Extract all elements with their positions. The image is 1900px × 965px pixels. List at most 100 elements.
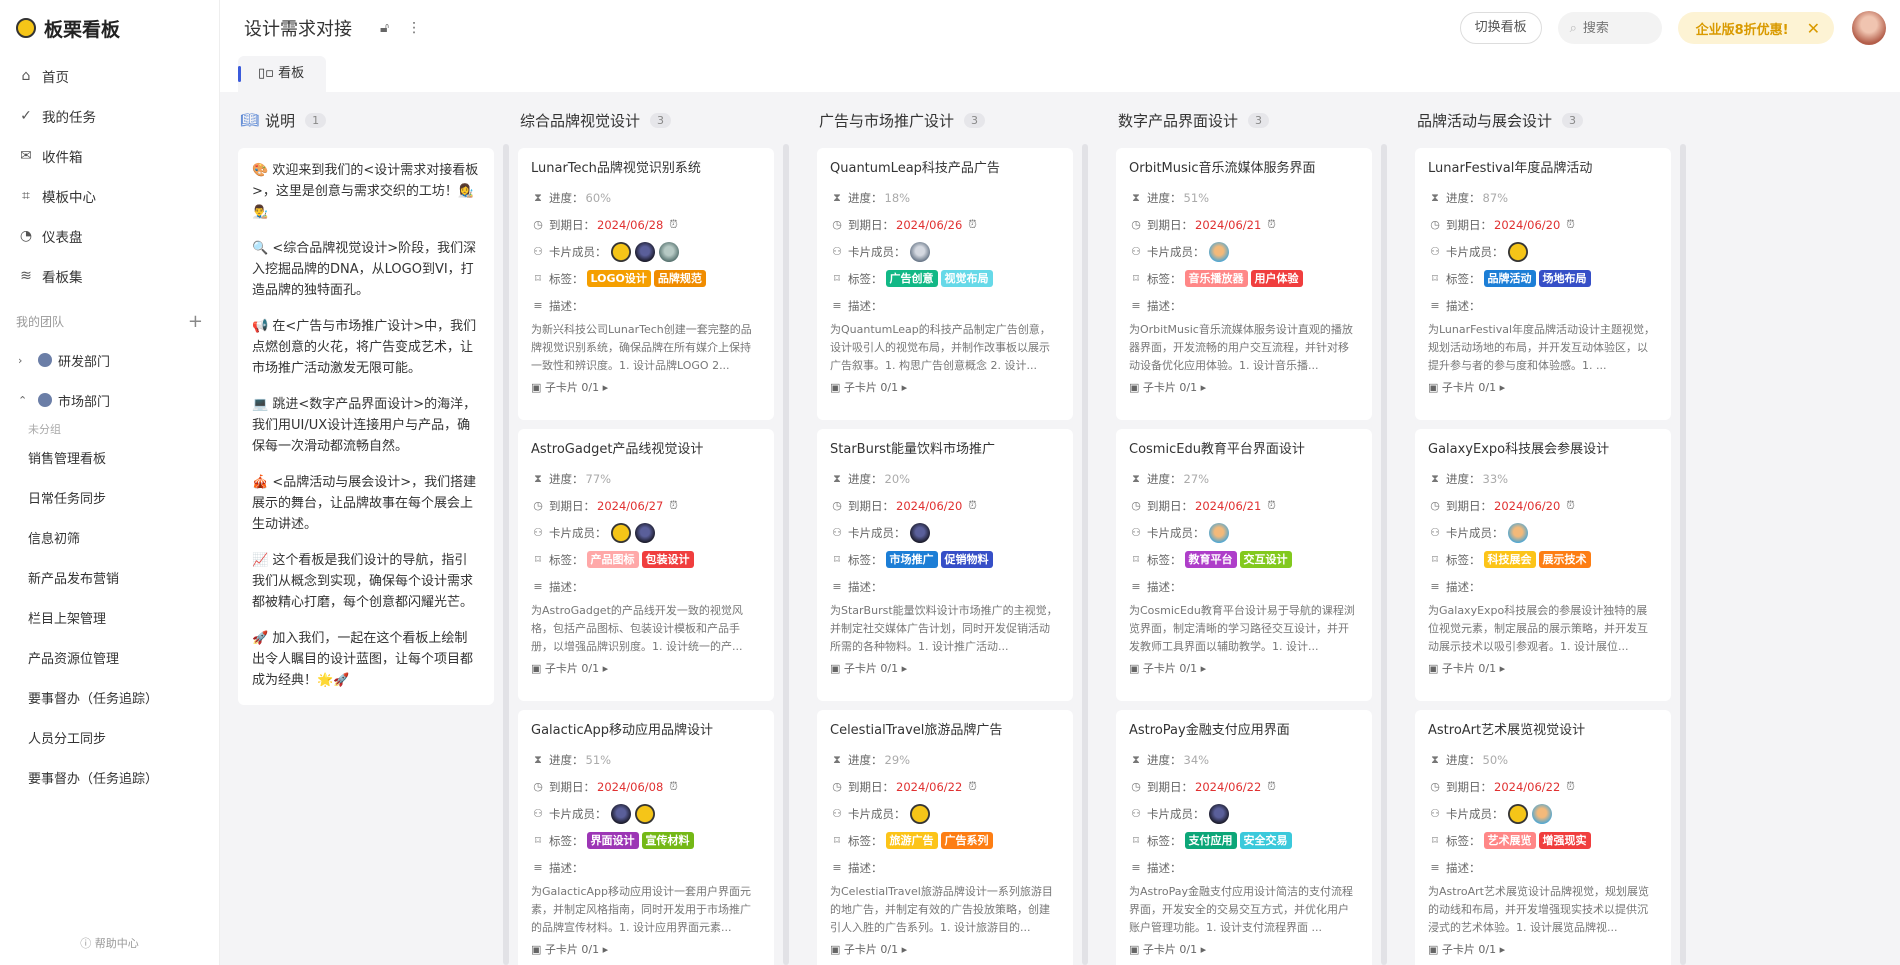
alarm-icon[interactable]: ⏰︎ xyxy=(1566,499,1575,513)
tag-badge[interactable]: 场地布局 xyxy=(1538,270,1591,287)
alarm-icon[interactable]: ⏰︎ xyxy=(1566,218,1575,232)
member-avatar[interactable] xyxy=(1531,803,1552,824)
tag-badge[interactable]: 艺术展览 xyxy=(1483,832,1536,849)
member-avatar[interactable] xyxy=(634,241,655,262)
task-card[interactable]: OrbitMusic音乐流媒体服务界面 ⧗ 进度： 51% ◷ 到期日： 2024/06/2… xyxy=(1116,148,1372,420)
dept-rnd[interactable]: › 研发部门 xyxy=(0,340,219,380)
alarm-icon[interactable]: ⏰︎ xyxy=(1267,499,1276,513)
task-card[interactable]: AstroGadget产品线视觉设计 ⧗ 进度： 77% ◷ 到期日： 2024/06/27… xyxy=(518,429,774,701)
task-card[interactable]: QuantumLeap科技产品广告 ⧗ 进度： 18% ◷ 到期日： 2024/06/26 ⏰… xyxy=(817,148,1073,420)
tag-badge[interactable]: 展示技术 xyxy=(1538,551,1591,568)
task-card[interactable]: AstroArt艺术展览视觉设计 ⧗ 进度： 50% ◷ 到期日： 2024/06/22 ⏰︎… xyxy=(1415,710,1671,965)
subcard-toggle[interactable]: ▣ 子卡片 0/1 ▸ xyxy=(1129,937,1359,963)
sidebar-board-item[interactable]: 产品资源位管理 xyxy=(0,640,219,680)
tag-badge[interactable]: 界面设计 xyxy=(586,832,639,849)
subcard-toggle[interactable]: ▣ 子卡片 0/1 ▸ xyxy=(531,656,761,682)
alarm-icon[interactable]: ⏰︎ xyxy=(1566,780,1575,794)
tag-badge[interactable]: 广告系列 xyxy=(940,832,993,849)
switch-board-button[interactable]: 切换看板 xyxy=(1459,12,1542,44)
app-logo[interactable]: 板栗看板 xyxy=(0,0,219,56)
tag-badge[interactable]: 包装设计 xyxy=(641,551,694,568)
help-center-link[interactable]: ⓘ 帮助中心 xyxy=(0,935,219,951)
alarm-icon[interactable]: ⏰︎ xyxy=(669,218,678,232)
tag-badge[interactable]: 促销物料 xyxy=(940,551,993,568)
tag-badge[interactable]: 品牌规范 xyxy=(653,270,706,287)
member-avatar[interactable] xyxy=(634,522,655,543)
member-avatar[interactable] xyxy=(1208,522,1229,543)
tag-badge[interactable]: 视觉布局 xyxy=(940,270,993,287)
user-avatar[interactable] xyxy=(1852,11,1886,45)
search-input[interactable] xyxy=(1582,20,1643,36)
member-avatar[interactable] xyxy=(1507,803,1528,824)
alarm-icon[interactable]: ⏰︎ xyxy=(968,780,977,794)
subcard-toggle[interactable]: ▣ 子卡片 0/1 ▸ xyxy=(830,937,1060,963)
nav-item-6[interactable]: ≋ 看板集 xyxy=(0,256,219,296)
sidebar-board-item[interactable]: 人员分工同步 xyxy=(0,720,219,760)
sidebar-board-item[interactable]: 栏目上架管理 xyxy=(0,600,219,640)
member-avatar[interactable] xyxy=(909,241,930,262)
alarm-icon[interactable]: ⏰︎ xyxy=(669,780,678,794)
subcard-toggle[interactable]: ▣ 子卡片 0/1 ▸ xyxy=(830,656,1060,682)
tag-badge[interactable]: 增强现实 xyxy=(1538,832,1591,849)
column-scrollbar[interactable] xyxy=(783,144,789,965)
task-card[interactable]: GalacticApp移动应用品牌设计 ⧗ 进度： 51% ◷ 到期日： 2024/06/0… xyxy=(518,710,774,965)
tag-badge[interactable]: 教育平台 xyxy=(1184,551,1237,568)
member-avatar[interactable] xyxy=(1507,241,1528,262)
lock-icon[interactable]: 🔓︎ xyxy=(380,20,389,36)
promo-banner[interactable]: 企业版8折优惠! ✕ xyxy=(1677,12,1834,44)
member-avatar[interactable] xyxy=(610,803,631,824)
task-card[interactable]: LunarFestival年度品牌活动 ⧗ 进度： 87% ◷ 到期日： 2024/06/2… xyxy=(1415,148,1671,420)
alarm-icon[interactable]: ⏰︎ xyxy=(968,218,977,232)
alarm-icon[interactable]: ⏰︎ xyxy=(968,499,977,513)
close-icon[interactable]: ✕ xyxy=(1807,19,1820,38)
sidebar-board-item[interactable]: 新产品发布营销 xyxy=(0,560,219,600)
subcard-toggle[interactable]: ▣ 子卡片 0/1 ▸ xyxy=(1428,937,1658,963)
subcard-toggle[interactable]: ▣ 子卡片 0/1 ▸ xyxy=(1129,375,1359,401)
subcard-toggle[interactable]: ▣ 子卡片 0/1 ▸ xyxy=(1129,656,1359,682)
tag-badge[interactable]: 交互设计 xyxy=(1239,551,1292,568)
tag-badge[interactable]: 旅游广告 xyxy=(885,832,938,849)
sidebar-board-item[interactable]: 日常任务同步 xyxy=(0,480,219,520)
dept-marketing[interactable]: ⌃ 市场部门 xyxy=(0,380,219,420)
task-card[interactable]: AstroPay金融支付应用界面 ⧗ 进度： 34% ◷ 到期日： 2024/06/22 ⏰︎… xyxy=(1116,710,1372,965)
tag-badge[interactable]: 音乐播放器 xyxy=(1184,270,1248,287)
member-avatar[interactable] xyxy=(610,241,631,262)
member-avatar[interactable] xyxy=(1208,241,1229,262)
more-vertical-icon[interactable]: ⋮ xyxy=(407,20,421,36)
alarm-icon[interactable]: ⏰︎ xyxy=(669,499,678,513)
nav-item-5[interactable]: ◔ 仪表盘 xyxy=(0,216,219,256)
column-scrollbar[interactable] xyxy=(1680,144,1686,965)
add-team-icon[interactable]: + xyxy=(188,311,203,332)
subcard-toggle[interactable]: ▣ 子卡片 0/1 ▸ xyxy=(531,937,761,963)
sidebar-board-item[interactable]: 信息初筛 xyxy=(0,520,219,560)
task-card[interactable]: GalaxyExpo科技展会参展设计 ⧗ 进度： 33% ◷ 到期日： 2024/06/20… xyxy=(1415,429,1671,701)
tag-badge[interactable]: 支付应用 xyxy=(1184,832,1237,849)
sidebar-board-item[interactable]: 要事督办（任务追踪） xyxy=(0,680,219,720)
nav-item-1[interactable]: ⌂ 首页 xyxy=(0,56,219,96)
tag-badge[interactable]: 广告创意 xyxy=(885,270,938,287)
subcard-toggle[interactable]: ▣ 子卡片 0/1 ▸ xyxy=(1428,375,1658,401)
subcard-toggle[interactable]: ▣ 子卡片 0/1 ▸ xyxy=(1428,656,1658,682)
nav-item-2[interactable]: ✓ 我的任务 xyxy=(0,96,219,136)
column-scrollbar[interactable] xyxy=(503,144,509,965)
task-card[interactable]: StarBurst能量饮料市场推广 ⧗ 进度： 20% ◷ 到期日： 2024/06/20 ⏰… xyxy=(817,429,1073,701)
task-card[interactable]: CelestialTravel旅游品牌广告 ⧗ 进度： 29% ◷ 到期日： 2024/06… xyxy=(817,710,1073,965)
member-avatar[interactable] xyxy=(1208,803,1229,824)
column-scrollbar[interactable] xyxy=(1082,144,1088,965)
member-avatar[interactable] xyxy=(634,803,655,824)
tag-badge[interactable]: LOGO设计 xyxy=(586,270,651,287)
subcard-toggle[interactable]: ▣ 子卡片 0/1 ▸ xyxy=(531,375,761,401)
tab-kanban[interactable]: ▯▫ 看板 xyxy=(238,56,327,92)
tag-badge[interactable]: 用户体验 xyxy=(1250,270,1303,287)
task-card[interactable]: CosmicEdu教育平台界面设计 ⧗ 进度： 27% ◷ 到期日： 2024/06/21 ⏰… xyxy=(1116,429,1372,701)
tag-badge[interactable]: 科技展会 xyxy=(1483,551,1536,568)
alarm-icon[interactable]: ⏰︎ xyxy=(1267,218,1276,232)
tag-badge[interactable]: 市场推广 xyxy=(885,551,938,568)
column-scrollbar[interactable] xyxy=(1381,144,1387,965)
member-avatar[interactable] xyxy=(909,522,930,543)
tag-badge[interactable]: 产品图标 xyxy=(586,551,639,568)
tag-badge[interactable]: 品牌活动 xyxy=(1483,270,1536,287)
task-card[interactable]: LunarTech品牌视觉识别系统 ⧗ 进度： 60% ◷ 到期日： 2024/06/28 ⏰… xyxy=(518,148,774,420)
tag-badge[interactable]: 宣传材料 xyxy=(641,832,694,849)
subcard-toggle[interactable]: ▣ 子卡片 0/1 ▸ xyxy=(830,375,1060,401)
